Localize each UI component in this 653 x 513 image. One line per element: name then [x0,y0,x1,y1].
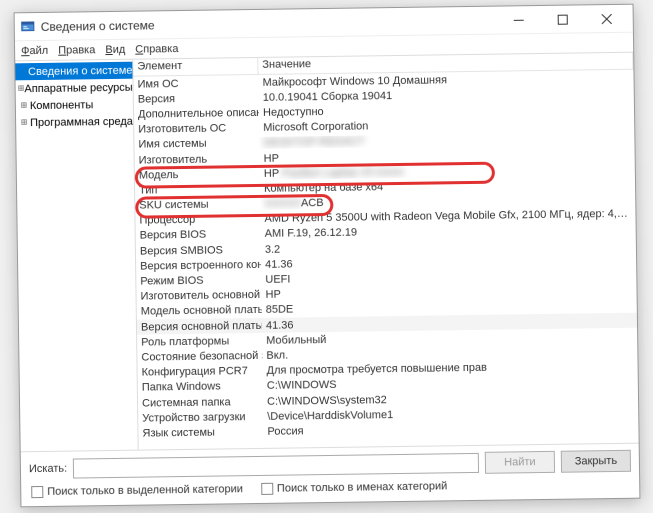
navigation-tree[interactable]: Сведения о системе⊞Аппаратные ресурсы⊞Ко… [15,60,138,452]
close-panel-button[interactable]: Закрыть [560,450,630,473]
tree-item-label: Сведения о системе [27,64,132,77]
row-name: Системная папка [137,395,262,409]
menu-view[interactable]: Вид [105,43,125,55]
row-name: Имя ОС [133,77,258,91]
tree-item[interactable]: ⊞Аппаратные ресурсы [15,79,132,98]
row-value: Россия [263,421,638,438]
column-header-element[interactable]: Элемент [133,58,258,76]
row-name: Изготовитель ОС [134,122,259,136]
menu-file[interactable]: Файл [21,44,48,56]
search-input[interactable] [72,453,478,479]
row-name: SKU системы [135,198,260,212]
expander-icon[interactable]: ⊞ [17,83,24,94]
row-name: Устройство загрузки [138,411,263,425]
row-name: Папка Windows [137,380,262,394]
row-name: Версия SMBIOS [135,244,260,258]
menu-edit[interactable]: Правка [58,44,95,57]
checkbox-icon [31,486,43,498]
details-pane: Элемент Значение Имя ОСМайкрософт Window… [133,53,638,450]
tree-item[interactable]: ⊞Программная среда [15,113,132,132]
checkbox-selected-category[interactable]: Поиск только в выделенной категории [31,483,243,498]
row-name: Модель основной платы [136,304,261,318]
expander-icon[interactable]: ⊞ [18,117,30,128]
row-name: Роль платформы [137,335,262,349]
row-name: Изготовитель основной платы [136,289,261,303]
search-label: Искать: [28,463,66,476]
details-body[interactable]: Имя ОСМайкрософт Windows 10 ДомашняяВерс… [133,70,638,450]
maximize-button[interactable] [540,6,584,33]
tree-item-label: Программная среда [30,115,133,128]
tree-item-label: Компоненты [29,99,93,112]
bottom-panel: Искать: Найти Закрыть Поиск только в выд… [20,443,639,507]
find-button[interactable]: Найти [484,451,554,474]
row-name: Тип [134,183,259,197]
row-name: Версия встроенного контроллера [136,259,261,273]
row-name: Конфигурация PCR7 [137,365,262,379]
row-name: Имя системы [134,137,259,151]
row-name: Версия [133,92,258,106]
row-name: Режим BIOS [136,274,261,288]
window-title: Сведения о системе [40,13,496,33]
tree-item-label: Аппаратные ресурсы [24,81,132,95]
row-name: Модель [134,168,259,182]
row-name: Дополнительное описание ОС [133,107,258,121]
row-name: Процессор [135,213,260,227]
row-name: Язык системы [138,426,263,440]
tree-item[interactable]: ⊞Компоненты [15,96,132,115]
row-name: Изготовитель [134,152,259,166]
minimize-button[interactable] [496,6,540,33]
tree-item[interactable]: Сведения о системе [15,62,132,81]
app-icon [20,20,34,34]
system-info-window: Сведения о системе Файл Правка Вид Справ… [13,4,640,508]
close-button[interactable] [584,5,628,32]
row-name: Версия основной платы [136,320,261,334]
expander-icon[interactable]: ⊞ [17,100,29,111]
row-name: Версия BIOS [135,228,260,242]
checkbox-category-names[interactable]: Поиск только в именах категорий [260,480,446,495]
row-name: Состояние безопасной загрузки [137,350,262,364]
checkbox-icon [260,483,272,495]
menu-help[interactable]: Справка [135,43,178,56]
